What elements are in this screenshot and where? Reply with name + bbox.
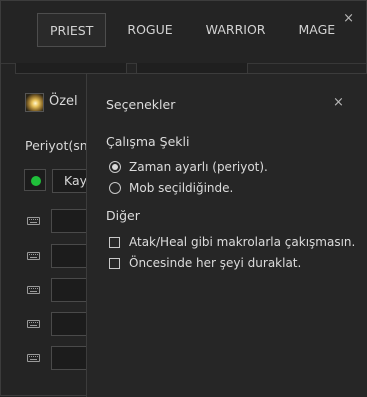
keyboard-icon [27,286,40,294]
dialog-title: Seçenekler [106,97,176,112]
keybind-field[interactable] [51,244,91,268]
mode-section-label: Çalışma Şekli [106,134,190,149]
tab-warrior[interactable]: WARRIOR [194,13,278,47]
status-toggle[interactable] [24,169,46,191]
option-pause-all[interactable]: Öncesinde her şeyi duraklat. [109,255,301,271]
tab-mage[interactable]: MAGE [286,13,347,47]
option-label: Öncesinde her şeyi duraklat. [129,256,302,270]
mode-option-mob-selected[interactable]: Mob seçildiğinde. [109,180,233,196]
dialog-close-button[interactable]: × [333,96,344,109]
option-no-macro-conflict[interactable]: Atak/Heal gibi makrolarla çakışmasın. [109,234,355,250]
mode-option-periodic[interactable]: Zaman ayarlı (periyot). [109,159,268,175]
option-label: Mob seçildiğinde. [129,181,234,195]
keybind-field[interactable] [51,312,91,336]
radio-icon[interactable] [109,182,121,194]
status-indicator-icon [31,176,41,186]
main-window: × PRIEST ROGUE WARRIOR MAGE Özel Periyot… [0,0,367,397]
keyboard-icon [27,252,40,260]
keybind-field[interactable] [51,209,91,233]
tab-rogue[interactable]: ROGUE [115,13,184,47]
spell-icon [25,93,44,112]
checkbox-icon[interactable] [109,257,120,269]
keybind-field[interactable] [51,346,91,370]
radio-checked-icon[interactable] [109,161,121,173]
periyot-label: Periyot(sn) [25,138,93,153]
other-section-label: Diğer [106,208,140,223]
options-dialog: Seçenekler × Çalışma Şekli Zaman ayarlı … [86,73,367,397]
class-tabs: PRIEST ROGUE WARRIOR MAGE [37,13,350,49]
tab-priest[interactable]: PRIEST [37,13,107,47]
checkbox-icon[interactable] [109,236,120,248]
keyboard-icon [27,217,40,225]
option-label: Atak/Heal gibi makrolarla çakışmasın. [129,235,356,249]
keyboard-icon [27,354,40,362]
option-label: Zaman ayarlı (periyot). [129,160,268,174]
keyboard-icon [27,320,40,328]
ozel-label: Özel [49,94,78,109]
keybind-field[interactable] [51,278,91,302]
